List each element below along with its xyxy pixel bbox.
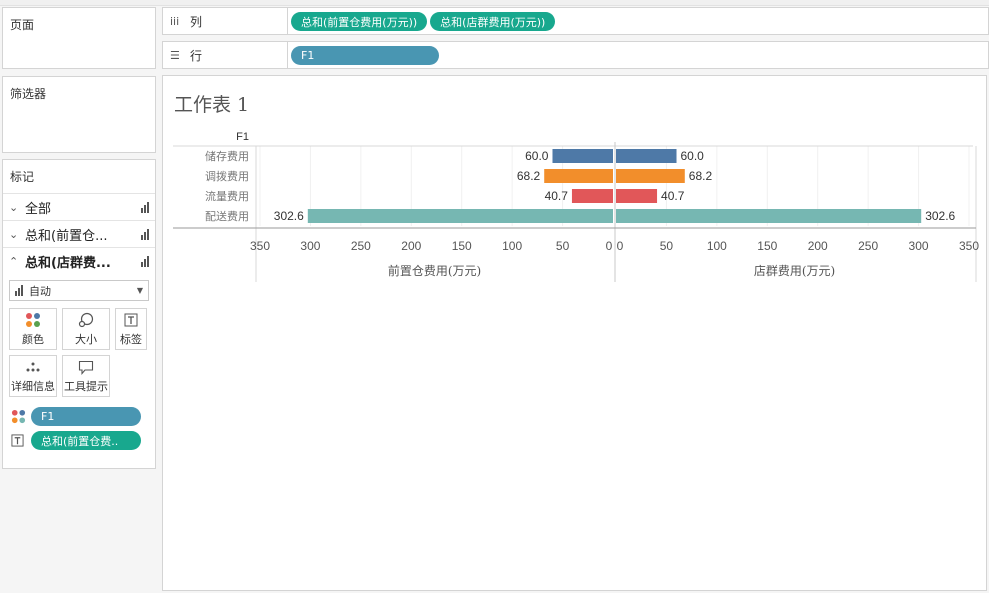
mark-type-value: 自动 — [29, 284, 51, 298]
left-bar — [552, 149, 613, 163]
left-axis-tick: 250 — [351, 239, 371, 253]
left-axis-tick: 50 — [556, 239, 570, 253]
pages-title: 页面 — [10, 18, 35, 32]
mark-field-pill[interactable]: 总和(前置仓费.. — [31, 431, 141, 450]
color-dots-icon — [25, 311, 41, 329]
right-bar — [616, 209, 922, 223]
mark-field-pill[interactable]: F1 — [31, 407, 141, 426]
chevron-up-icon: ⌃ — [9, 254, 19, 268]
left-data-label: 302.6 — [274, 209, 304, 223]
chevron-down-icon: ⌄ — [9, 200, 19, 214]
column-pill-front-warehouse[interactable]: 总和(前置仓费用(万元)) — [291, 12, 428, 31]
mark-field-f1: F1 — [11, 407, 149, 426]
mark-field-sum: 总和(前置仓费.. — [11, 431, 149, 450]
row-header-label: F1 — [236, 131, 249, 143]
right-axis-title: 店群费用(万元) — [754, 264, 835, 278]
left-axis-tick: 300 — [300, 239, 320, 253]
marks-row-label: 总和(店群费... — [25, 255, 111, 271]
detail-dots-icon — [25, 358, 41, 376]
top-toolbar-strip — [0, 0, 989, 6]
left-data-label: 68.2 — [517, 169, 541, 183]
size-card-label: 大小 — [75, 333, 97, 346]
right-data-label: 68.2 — [689, 169, 713, 183]
row-pill-f1[interactable]: F1 — [291, 46, 439, 65]
right-data-label: 302.6 — [925, 209, 955, 223]
left-axis-title: 前置仓费用(万元) — [388, 263, 481, 278]
left-data-label: 60.0 — [525, 149, 549, 163]
color-card-label: 颜色 — [22, 333, 44, 346]
marks-panel: 标记 ⌄ 全部 ⌄ 总和(前置仓... ⌃ 总和(店群费... 自动 ▼ 颜色 — [2, 159, 156, 469]
columns-icon: iii — [170, 14, 180, 28]
right-axis-tick: 350 — [959, 239, 979, 253]
columns-shelf[interactable]: iii 列 总和(前置仓费用(万元)) 总和(店群费用(万元)) — [162, 7, 989, 35]
columns-shelf-label: iii 列 — [163, 8, 288, 34]
label-card[interactable]: 标签 — [115, 308, 147, 350]
right-axis-tick: 150 — [757, 239, 777, 253]
marks-row-label: 全部 — [25, 201, 52, 217]
right-axis-tick: 0 — [617, 239, 624, 253]
right-bar — [616, 169, 685, 183]
rows-shelf[interactable]: ☰ 行 F1 — [162, 41, 989, 69]
label-card-label: 标签 — [120, 333, 142, 346]
mark-type-dropdown[interactable]: 自动 ▼ — [9, 280, 149, 301]
marks-title: 标记 — [10, 170, 35, 184]
text-label-icon — [124, 311, 138, 329]
filters-title: 筛选器 — [10, 87, 47, 101]
pages-panel[interactable]: 页面 — [2, 7, 156, 69]
detail-card[interactable]: 详细信息 — [9, 355, 57, 397]
chevron-down-icon: ⌄ — [9, 227, 19, 241]
right-axis-tick: 250 — [858, 239, 878, 253]
rows-label-text: 行 — [190, 48, 203, 63]
columns-label-text: 列 — [190, 14, 203, 29]
category-label: 调拨费用 — [205, 169, 249, 183]
category-label: 流量费用 — [205, 189, 249, 203]
right-axis-tick: 300 — [909, 239, 929, 253]
right-axis-tick: 100 — [707, 239, 727, 253]
size-card[interactable]: 大小 — [62, 308, 110, 350]
tooltip-card-label: 工具提示 — [64, 380, 108, 393]
detail-card-label: 详细信息 — [11, 380, 55, 393]
left-bar — [544, 169, 613, 183]
size-circles-icon — [78, 311, 94, 329]
right-axis-tick: 200 — [808, 239, 828, 253]
right-axis-tick: 50 — [660, 239, 674, 253]
rows-icon: ☰ — [170, 48, 180, 62]
marks-row-front-warehouse[interactable]: ⌄ 总和(前置仓... — [3, 220, 155, 247]
bar-chart-icon — [141, 201, 149, 213]
butterfly-bar-chart: F1 储存费用 60.0 60.0 调拨费用 68.2 68.2 流量费用 40.7 40.7 配送… — [173, 131, 979, 282]
marks-row-all[interactable]: ⌄ 全部 — [3, 193, 155, 220]
right-bar — [616, 189, 658, 203]
text-label-icon — [11, 433, 31, 449]
category-label: 储存费用 — [205, 149, 249, 163]
color-dots-icon — [11, 409, 31, 425]
dropdown-arrow-icon: ▼ — [136, 286, 143, 295]
bar-chart-icon — [141, 228, 149, 240]
marks-row-store-group[interactable]: ⌃ 总和(店群费... — [3, 247, 155, 274]
color-card[interactable]: 颜色 — [9, 308, 57, 350]
category-label: 配送费用 — [205, 209, 249, 223]
filters-panel[interactable]: 筛选器 — [2, 76, 156, 153]
left-bar — [307, 209, 613, 223]
left-axis-tick: 200 — [401, 239, 421, 253]
left-axis-tick: 100 — [502, 239, 522, 253]
left-axis-tick: 350 — [250, 239, 270, 253]
tooltip-bubble-icon — [78, 358, 94, 376]
worksheet-view: 工作表 1 F1 储存费用 60.0 60.0 调拨费用 68.2 68.2 流量费用 40.7… — [162, 75, 987, 591]
rows-shelf-label: ☰ 行 — [163, 42, 288, 68]
right-data-label: 60.0 — [681, 149, 705, 163]
right-data-label: 40.7 — [661, 189, 685, 203]
left-axis-tick: 150 — [452, 239, 472, 253]
marks-row-label: 总和(前置仓... — [25, 228, 108, 244]
left-data-label: 40.7 — [545, 189, 569, 203]
bar-chart-icon — [141, 255, 149, 267]
tooltip-card[interactable]: 工具提示 — [62, 355, 110, 397]
bar-chart-icon — [15, 285, 23, 296]
right-bar — [616, 149, 677, 163]
left-axis-tick: 0 — [606, 239, 613, 253]
left-bar — [571, 189, 613, 203]
column-pill-store-group[interactable]: 总和(店群费用(万元)) — [430, 12, 556, 31]
